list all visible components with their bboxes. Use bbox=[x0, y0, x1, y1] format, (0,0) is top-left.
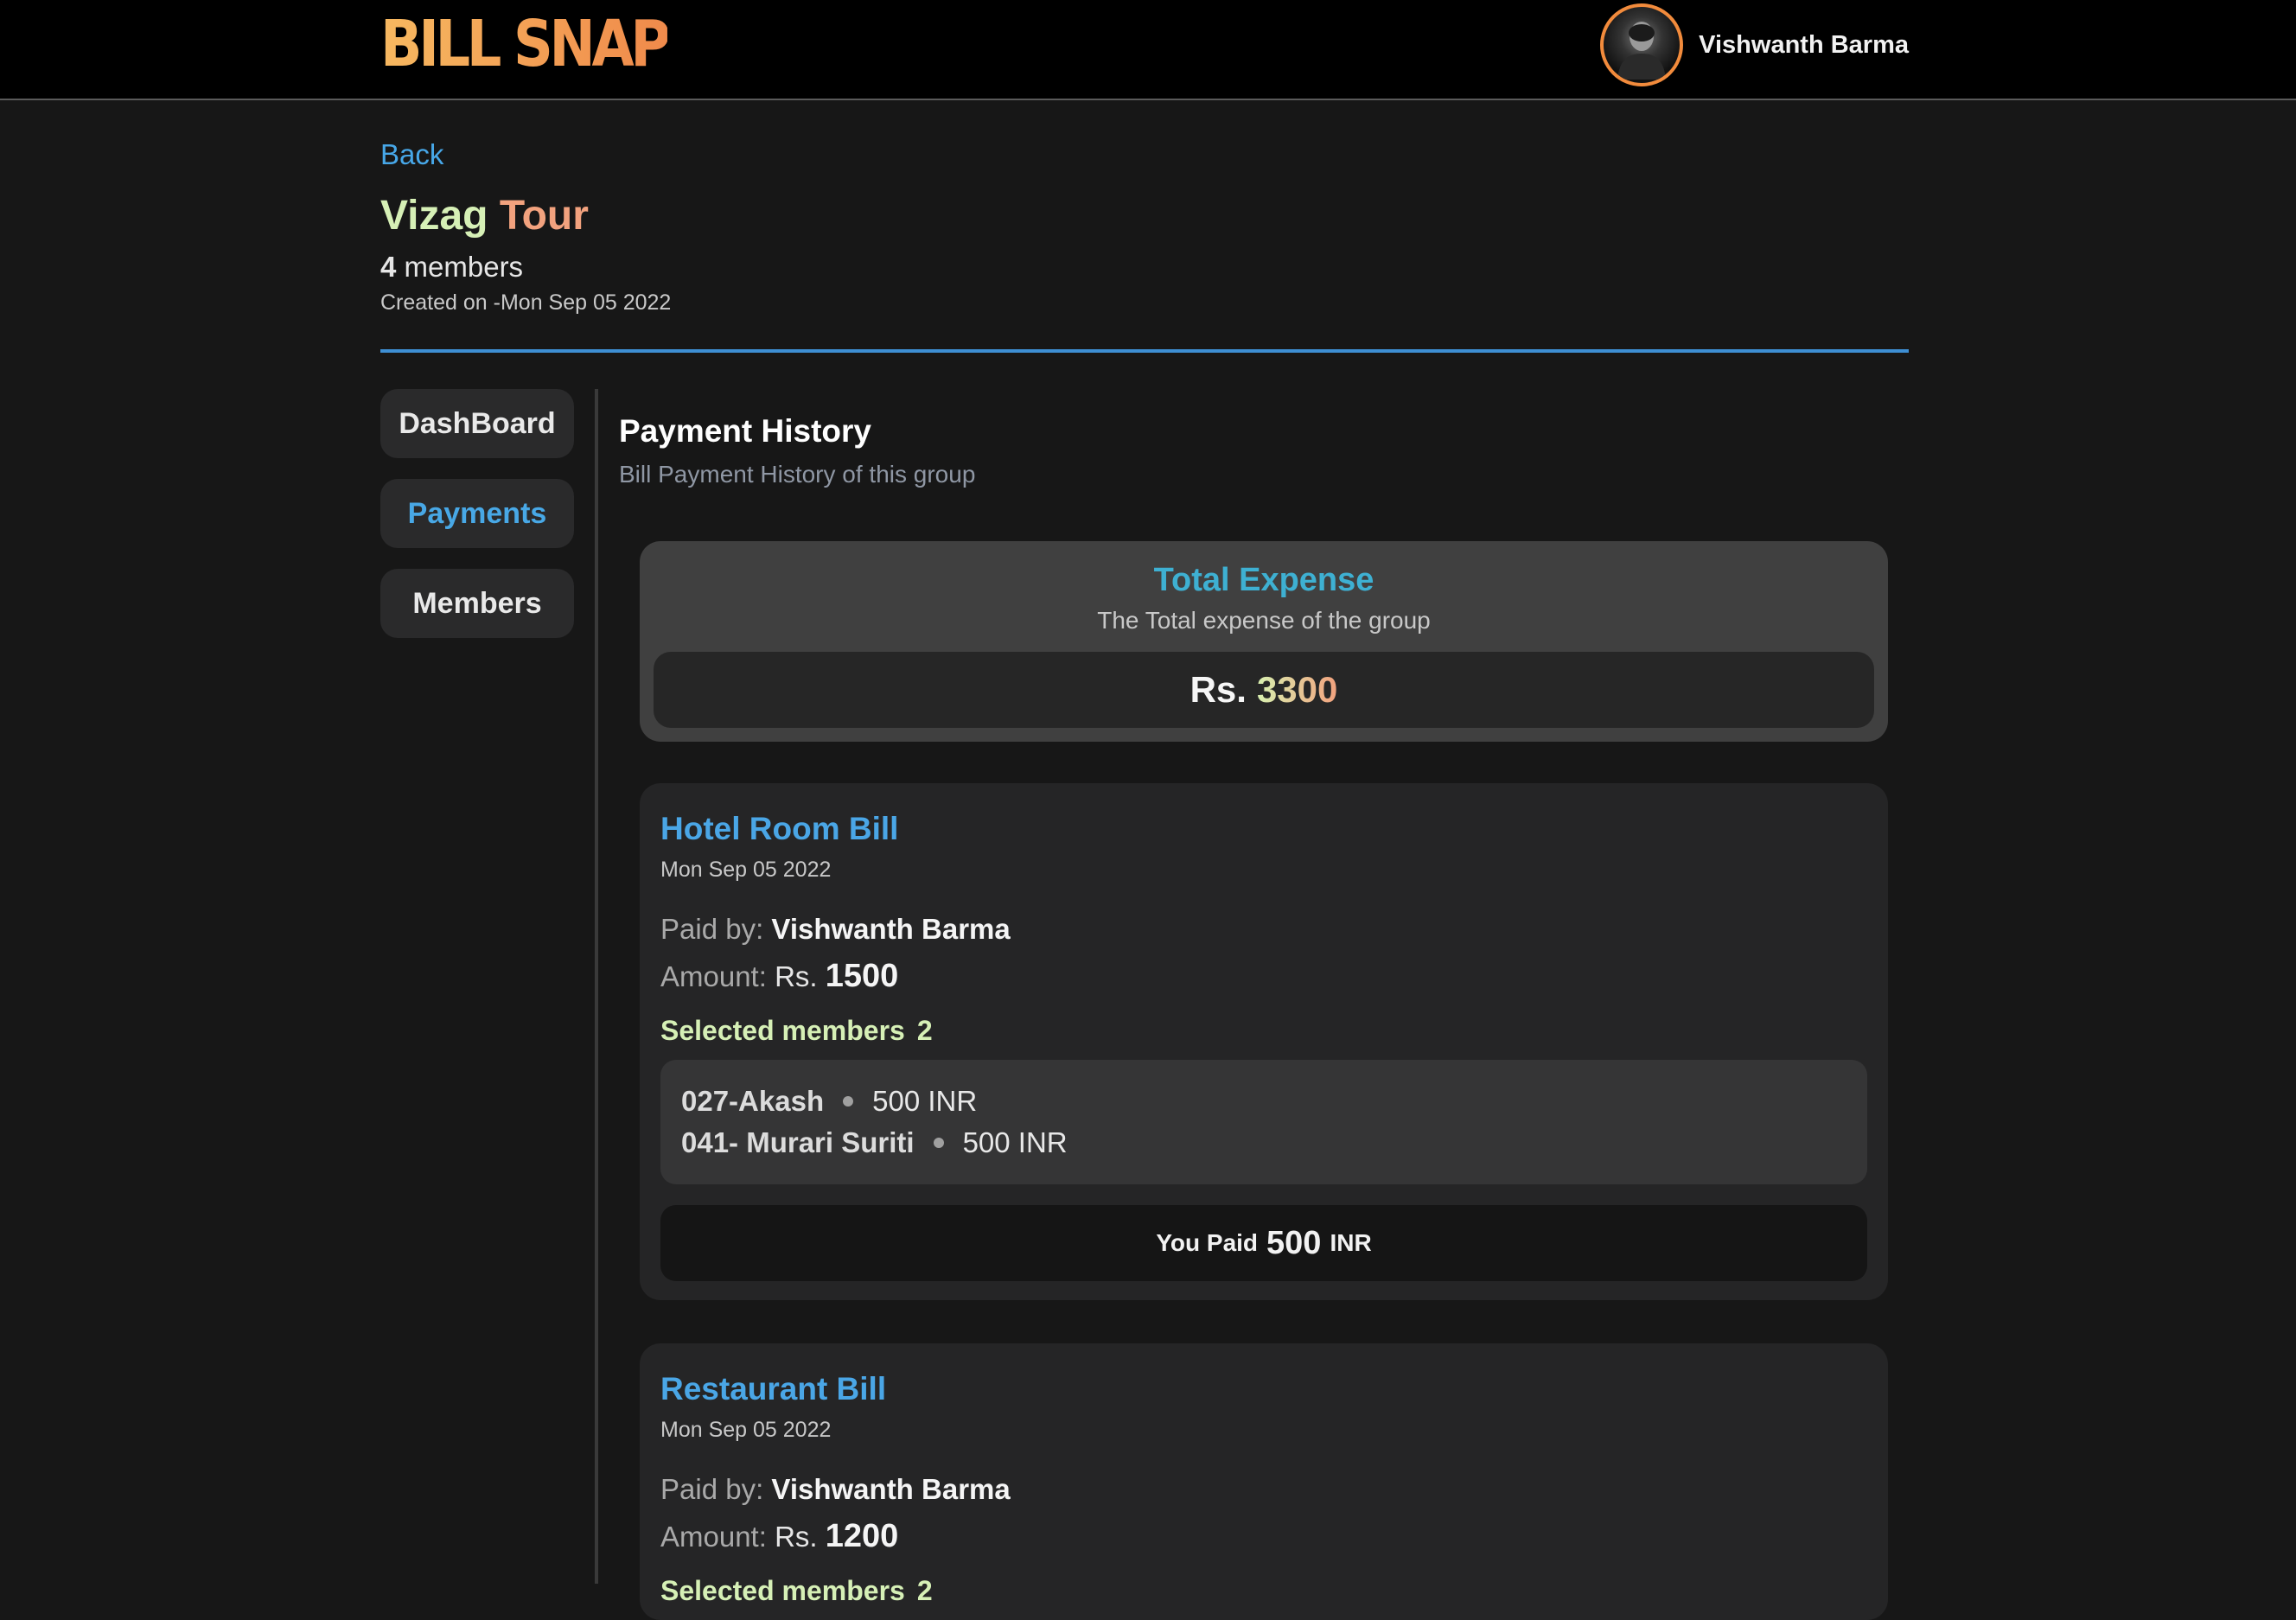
sidebar-item-payments[interactable]: Payments bbox=[380, 479, 574, 548]
you-paid-label: You Paid bbox=[1156, 1229, 1259, 1256]
user-name[interactable]: Vishwanth Barma bbox=[1699, 31, 1909, 60]
selected-members-header: Selected members 2 bbox=[660, 1015, 933, 1047]
list-item: 027-Akash 500 INR bbox=[681, 1081, 1846, 1122]
amount-value: 1200 bbox=[825, 1518, 899, 1554]
user-profile[interactable]: Vishwanth Barma bbox=[1600, 0, 1909, 90]
amount-currency: Rs. bbox=[775, 960, 818, 992]
paid-by-name: Vishwanth Barma bbox=[771, 913, 1011, 945]
bullet-icon bbox=[843, 1096, 854, 1107]
selected-members-count: 2 bbox=[916, 1575, 933, 1606]
total-currency: Rs. bbox=[1189, 669, 1247, 710]
you-paid-unit: INR bbox=[1330, 1229, 1372, 1256]
bill-paid-by: Paid by: Vishwanth Barma bbox=[660, 913, 1011, 946]
amount-label: Amount: bbox=[660, 1521, 767, 1553]
bill-title[interactable]: Restaurant Bill bbox=[660, 1371, 886, 1407]
header-divider bbox=[380, 349, 1909, 353]
selected-members-label: Selected members bbox=[660, 1575, 905, 1606]
user-avatar-icon bbox=[1617, 22, 1667, 80]
you-paid-summary: You Paid 500 INR bbox=[660, 1205, 1867, 1281]
total-expense-title: Total Expense bbox=[1153, 562, 1374, 598]
member-share: 500 INR bbox=[962, 1126, 1068, 1158]
member-count-value: 4 bbox=[380, 251, 397, 283]
avatar[interactable] bbox=[1600, 3, 1684, 86]
member-name: 027-Akash bbox=[681, 1085, 825, 1117]
group-title: Vizag Tour bbox=[380, 192, 589, 239]
amount-currency: Rs. bbox=[775, 1521, 818, 1553]
total-expense-amount: Rs. 3300 bbox=[654, 652, 1874, 728]
bill-date: Mon Sep 05 2022 bbox=[660, 858, 832, 882]
bill-card: Restaurant Bill Mon Sep 05 2022 Paid by:… bbox=[640, 1343, 1888, 1620]
total-expense-card: Total Expense The Total expense of the g… bbox=[640, 541, 1888, 742]
selected-members-count: 2 bbox=[916, 1015, 933, 1046]
member-name: 041- Murari Suriti bbox=[681, 1126, 915, 1158]
selected-members-label: Selected members bbox=[660, 1015, 905, 1046]
bill-amount: Amount: Rs. 1200 bbox=[660, 1518, 898, 1555]
selected-members-list: 027-Akash 500 INR 041- Murari Suriti 500… bbox=[660, 1060, 1867, 1184]
bill-amount: Amount: Rs. 1500 bbox=[660, 958, 898, 995]
list-item: 041- Murari Suriti 500 INR bbox=[681, 1122, 1846, 1164]
group-title-part1: Vizag bbox=[380, 193, 488, 239]
amount-value: 1500 bbox=[825, 958, 899, 994]
amount-label: Amount: bbox=[660, 960, 767, 992]
back-link[interactable]: Back bbox=[380, 138, 443, 171]
paid-by-label: Paid by: bbox=[660, 913, 764, 945]
bill-paid-by: Paid by: Vishwanth Barma bbox=[660, 1473, 1011, 1506]
group-created-date: Created on -Mon Sep 05 2022 bbox=[380, 290, 672, 315]
bill-date: Mon Sep 05 2022 bbox=[660, 1418, 832, 1442]
app-logo[interactable]: BILL SNAP bbox=[380, 7, 671, 81]
total-expense-subtitle: The Total expense of the group bbox=[1097, 607, 1431, 634]
member-count-label: members bbox=[404, 251, 524, 283]
paid-by-label: Paid by: bbox=[660, 1473, 764, 1505]
bill-title[interactable]: Hotel Room Bill bbox=[660, 811, 898, 847]
group-sidebar: DashBoard Payments Members bbox=[380, 389, 574, 659]
top-navbar: BILL SNAP Vishwanth Barma bbox=[0, 0, 2296, 100]
group-member-count: 4 members bbox=[380, 251, 523, 284]
sidebar-item-dashboard[interactable]: DashBoard bbox=[380, 389, 574, 458]
bill-card: Hotel Room Bill Mon Sep 05 2022 Paid by:… bbox=[640, 783, 1888, 1300]
section-subtitle: Bill Payment History of this group bbox=[619, 461, 976, 488]
group-title-part2: Tour bbox=[499, 193, 589, 239]
bullet-icon bbox=[933, 1138, 944, 1148]
total-value: 3300 bbox=[1256, 669, 1338, 710]
section-title: Payment History bbox=[619, 413, 871, 449]
paid-by-name: Vishwanth Barma bbox=[771, 1473, 1011, 1505]
member-share: 500 INR bbox=[872, 1085, 978, 1117]
sidebar-item-members[interactable]: Members bbox=[380, 569, 574, 638]
you-paid-value: 500 bbox=[1266, 1224, 1322, 1261]
sidebar-divider bbox=[595, 389, 598, 1584]
selected-members-header: Selected members 2 bbox=[660, 1575, 933, 1607]
